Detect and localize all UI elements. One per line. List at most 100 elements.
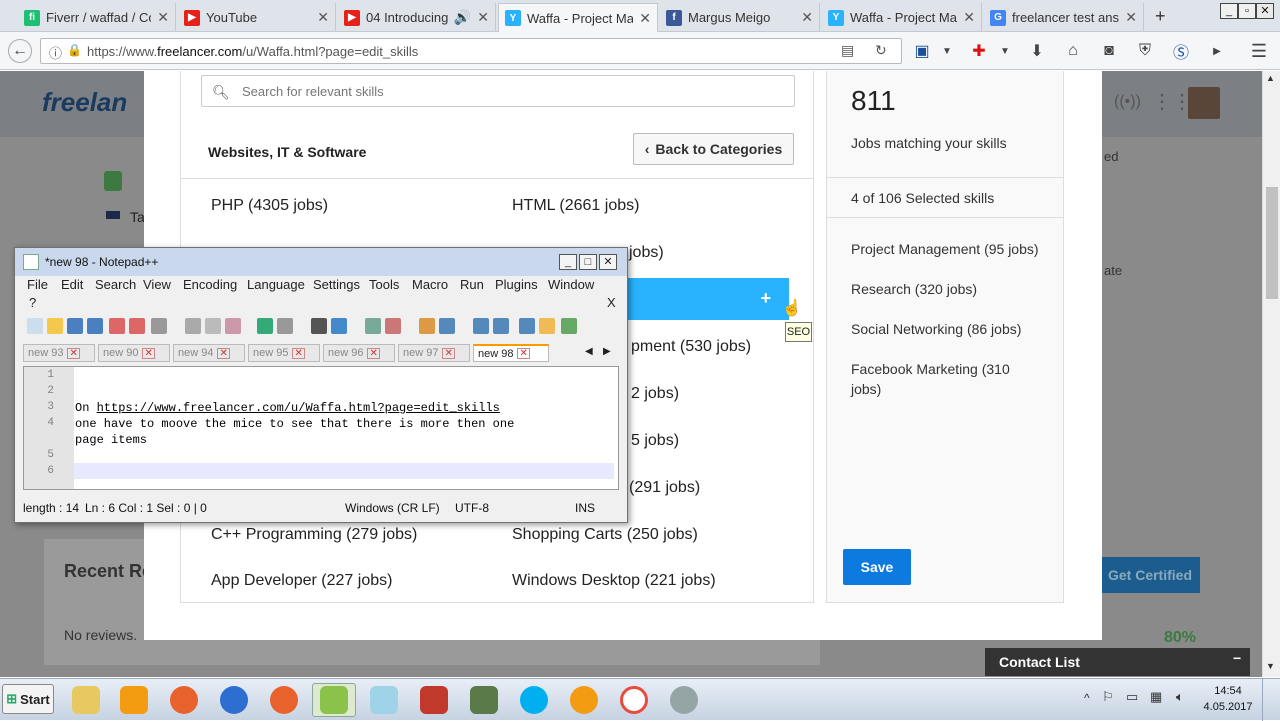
close-icon[interactable]: ✕ [367,347,380,359]
menu-edit[interactable]: Edit [61,277,83,292]
skill-item[interactable]: pment (530 jobs) [631,338,751,356]
page-scrollbar[interactable]: ▲ ▼ [1262,71,1280,677]
tab-new-93[interactable]: new 93 ✕ [23,344,95,362]
minimize-icon[interactable]: − [1233,650,1241,666]
system-clock[interactable]: 14:54 4.05.2017 [1200,683,1256,715]
menu-file[interactable]: File [27,277,48,292]
taskbar-thunderbird[interactable] [212,683,256,717]
skill-item[interactable]: App Developer (227 jobs) [211,572,392,590]
freelancer-logo[interactable]: freelan [42,87,127,118]
taskbar-app-a[interactable] [612,683,656,717]
macro-icon[interactable] [561,318,577,334]
menu-encoding[interactable]: Encoding [183,277,237,292]
tab-waffa-active[interactable]: Y Waffa - Project Man ✕ [498,3,658,32]
skill-search-input[interactable]: 🔍︎ Search for relevant skills [201,75,795,107]
close-icon[interactable]: ✕ [639,10,651,27]
maximize-button[interactable]: □ [579,254,597,270]
tab-fiverr[interactable]: fi Fiverr / waffad / Co ✕ [18,3,176,32]
notepad-editor[interactable]: 1 2 3 4 5 6 On https://www.freelancer.co… [23,366,619,490]
taskbar-notepad[interactable] [362,683,406,717]
plus-icon[interactable]: + [760,288,771,309]
close-icon[interactable]: ✕ [801,9,813,26]
taskbar-network-tool[interactable] [662,683,706,717]
selected-skill[interactable]: Social Networking (86 jobs) [851,319,1051,339]
menu-view[interactable]: View [143,277,171,292]
menu-window[interactable]: Window [548,277,594,292]
restore-button[interactable]: ▫ [1238,3,1256,19]
selected-skill[interactable]: Project Management (95 jobs) [851,239,1051,259]
save-button[interactable]: Save [843,549,911,585]
paste-icon[interactable] [225,318,241,334]
close-icon[interactable]: ✕ [442,347,455,359]
doc-map-icon[interactable] [539,318,555,334]
home-icon[interactable]: ⌂ [1061,39,1085,63]
avatar[interactable] [1188,87,1220,119]
close-icon[interactable]: ✕ [477,9,489,26]
tab-scroll-left-icon[interactable]: ◀ [585,346,593,357]
tab-waffa-2[interactable]: Y Waffa - Project Man ✕ [822,3,982,32]
minimize-button[interactable]: _ [559,254,577,270]
redo-icon[interactable] [277,318,293,334]
skill-item[interactable]: 5 jobs) [631,432,679,450]
find-icon[interactable] [311,318,327,334]
skill-item[interactable]: Shopping Carts (250 jobs) [512,526,698,544]
close-icon[interactable]: ✕ [142,347,155,359]
back-icon[interactable]: ← [8,39,32,63]
tab-new-95[interactable]: new 95 ✕ [248,344,320,362]
close-icon[interactable]: ✕ [67,347,80,359]
scroll-up-icon[interactable]: ▲ [1266,73,1275,83]
apps-grid-icon[interactable]: ⋮⋮ [1152,89,1192,114]
save-icon[interactable]: ▣ [910,39,934,63]
skill-item[interactable]: 2 jobs) [631,385,679,403]
get-certified-button[interactable]: Get Certified [1100,557,1200,593]
tab-scroll-right-icon[interactable]: ▶ [603,346,611,357]
taskbar-media-player[interactable] [112,683,156,717]
speaker-icon[interactable]: 🔊 [454,9,471,26]
sync-horizontal-icon[interactable] [439,318,455,334]
reader-view-icon[interactable]: ▤ [841,42,854,59]
skill-item[interactable]: HTML (2661 jobs) [512,197,639,215]
new-tab-button[interactable]: + [1155,6,1166,27]
selected-skill[interactable]: Facebook Marketing (310 jobs) [851,359,1041,399]
back-to-categories-button[interactable]: ‹ Back to Categories [633,133,794,165]
skill-item[interactable]: (291 jobs) [629,479,700,497]
menu-close-document[interactable]: X [607,295,616,310]
skill-item[interactable]: jobs) [629,244,664,262]
print-icon[interactable] [151,318,167,334]
tray-flag-icon[interactable]: ⚐ [1102,689,1114,705]
tab-youtube[interactable]: ▶ YouTube ✕ [178,3,336,32]
url-bar[interactable]: ⓘ 🔒 https://www. freelancer.com/u/Waffa.h… [40,38,902,64]
skill-item[interactable]: Windows Desktop (221 jobs) [512,572,716,590]
cut-icon[interactable] [185,318,201,334]
window-close-button[interactable]: ✕ [599,254,617,270]
new-file-icon[interactable] [27,318,43,334]
shield-icon[interactable]: ⛨ [1133,39,1157,63]
close-icon[interactable]: ✕ [157,9,169,26]
menu-help[interactable]: ? [29,295,36,310]
close-all-icon[interactable] [129,318,145,334]
zoom-in-icon[interactable] [365,318,381,334]
tray-expand-icon[interactable]: ^ [1084,691,1090,705]
indent-guide-icon[interactable] [519,318,535,334]
scroll-thumb[interactable] [1266,187,1278,299]
youtube-addon-icon[interactable]: ▶ [1205,39,1229,63]
chevron-down-icon[interactable]: ▼ [993,39,1017,63]
copy-icon[interactable] [205,318,221,334]
tab-new-94[interactable]: new 94 ✕ [173,344,245,362]
word-wrap-icon[interactable] [473,318,489,334]
tab-new-97[interactable]: new 97 ✕ [398,344,470,362]
chevron-down-icon[interactable]: ▼ [935,39,959,63]
selected-skill[interactable]: Research (320 jobs) [851,279,1051,299]
tab-introducing[interactable]: ▶ 04 Introducing 🔊 ✕ [338,3,496,32]
skill-item[interactable]: PHP (4305 jobs) [211,197,328,215]
open-file-icon[interactable] [47,318,63,334]
replace-icon[interactable] [331,318,347,334]
menu-run[interactable]: Run [460,277,484,292]
minimize-button[interactable]: _ [1220,3,1238,19]
menu-macro[interactable]: Macro [412,277,448,292]
taskbar-filezilla[interactable] [412,683,456,717]
reload-icon[interactable]: ↻ [875,42,887,59]
show-desktop-button[interactable] [1262,679,1280,721]
window-close-button[interactable]: ✕ [1256,3,1274,19]
download-icon[interactable]: ⬇ [1025,39,1049,63]
